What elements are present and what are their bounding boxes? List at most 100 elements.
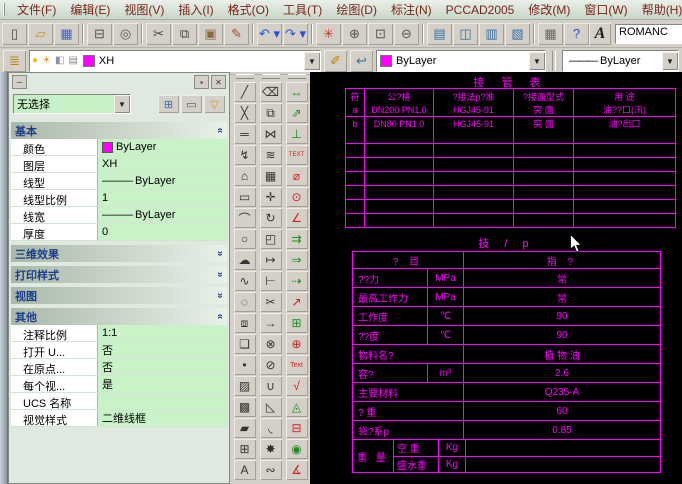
line-icon[interactable]: ╱ (233, 82, 256, 102)
property-value[interactable]: 否 (97, 359, 227, 375)
menu-item[interactable]: 视图(V) (117, 0, 171, 19)
zoom-previous-icon[interactable]: ⊖ (394, 22, 419, 45)
dim-diameter-icon[interactable]: ⊙ (285, 187, 308, 207)
property-value[interactable]: ——— ByLayer (97, 173, 227, 189)
quick-dim-icon[interactable]: ⇉ (285, 229, 308, 249)
copy-object-icon[interactable]: ⧉ (259, 103, 282, 123)
property-value[interactable]: 是 (97, 376, 227, 392)
layer-manager-button[interactable]: ≣ (3, 50, 26, 72)
multiline-icon[interactable]: ═ (233, 124, 256, 144)
save-icon[interactable]: ▦ (54, 22, 79, 45)
dim-linear-icon[interactable]: ↔ (285, 82, 308, 102)
text-style-combo[interactable]: ROMANC (615, 23, 682, 44)
leader-icon[interactable]: ↗ (285, 292, 308, 312)
rectangle-icon[interactable]: ▭ (233, 187, 256, 207)
designcenter-icon[interactable]: ◫ (453, 22, 478, 45)
zoom-realtime-icon[interactable]: ⊕ (342, 22, 367, 45)
property-value[interactable] (97, 393, 227, 409)
dim-aligned-icon[interactable]: ⇗ (285, 103, 308, 123)
quickcalc-icon[interactable]: ▦ (538, 22, 563, 45)
section-header-basic[interactable]: 基本 (11, 122, 227, 139)
property-value[interactable]: 二维线框 (97, 410, 227, 426)
select-objects-icon[interactable]: ▭ (181, 95, 202, 113)
palette-title-bar[interactable] (0, 72, 8, 484)
plot-preview-icon[interactable]: ◎ (113, 22, 138, 45)
section-header-misc[interactable]: 其他 (11, 308, 227, 325)
layer-freeze-sun-icon[interactable]: ☀ (42, 56, 51, 66)
property-value[interactable]: 否 (97, 342, 227, 358)
ellipse-icon[interactable]: ◌ (233, 292, 256, 312)
dim-ordinate-icon[interactable]: ⊥ (285, 124, 308, 144)
open-file-icon[interactable]: ▱ (28, 22, 53, 45)
copy-icon[interactable]: ⧉ (172, 22, 197, 45)
property-value[interactable]: ByLayer (97, 139, 227, 155)
paste-icon[interactable]: ▣ (198, 22, 223, 45)
menu-item[interactable]: 编辑(E) (63, 0, 117, 19)
revcloud-icon[interactable]: ☁ (233, 250, 256, 270)
layer-previous-button[interactable]: ↩ (350, 50, 373, 72)
text-edit-icon[interactable]: Text (285, 355, 308, 375)
break-at-point-icon[interactable]: ⊗ (259, 334, 282, 354)
dim-radius-icon[interactable]: ⌀ (285, 166, 308, 186)
plot-icon[interactable]: ⊟ (87, 22, 112, 45)
section-header-plot-style[interactable]: 打印样式 (11, 266, 227, 283)
layer-combo[interactable]: ● ☀ ◧ ▤ XH ▼ (29, 50, 321, 72)
matchprop-icon[interactable]: ✎ (224, 22, 249, 45)
linetype-combo-arrow[interactable]: ▼ (662, 52, 678, 70)
scale-icon[interactable]: ◰ (259, 229, 282, 249)
tool-palettes-icon[interactable]: ▥ (479, 22, 504, 45)
menu-item[interactable]: 窗口(W) (577, 0, 634, 19)
new-file-icon[interactable]: ▯ (2, 22, 27, 45)
undo-icon[interactable]: ↶ ▾ (257, 22, 282, 45)
gradient-icon[interactable]: ▩ (233, 397, 256, 417)
properties-palette-icon[interactable]: ▤ (427, 22, 452, 45)
color-combo[interactable]: ByLayer ▼ (376, 50, 546, 72)
offset-icon[interactable]: ≋ (259, 145, 282, 165)
welding-symbol-icon[interactable]: ◬ (285, 397, 308, 417)
dim-style-icon[interactable]: ∡ (285, 460, 308, 480)
property-value[interactable]: 1 (97, 190, 227, 206)
menu-item[interactable]: 标注(N) (384, 0, 439, 19)
rotate-icon[interactable]: ↻ (259, 208, 282, 228)
chamfer-icon[interactable]: ◺ (259, 397, 282, 417)
erase-icon[interactable]: ⌫ (259, 82, 282, 102)
selection-combo[interactable]: 无选择 ▼ (13, 94, 131, 114)
menu-item[interactable]: 插入(I) (171, 0, 220, 19)
menubar-grip[interactable] (3, 3, 5, 16)
menu-item[interactable]: 修改(M) (521, 0, 577, 19)
toggle-pickadd-icon[interactable]: ⊞ (158, 95, 179, 113)
polygon-icon[interactable]: ⌂ (233, 166, 256, 186)
trim-icon[interactable]: ✂ (259, 292, 282, 312)
hatch-icon[interactable]: ▨ (233, 376, 256, 396)
quick-select-icon[interactable]: ▽ (204, 95, 225, 113)
palette-menu-icon[interactable]: ─ (12, 75, 27, 89)
property-value[interactable]: 1:1 (97, 325, 227, 341)
datum-icon[interactable]: ⊟ (285, 418, 308, 438)
section-header-3d-effects[interactable]: 三维效果 (11, 245, 227, 262)
spline-icon[interactable]: ∿ (233, 271, 256, 291)
toolbar-grip[interactable] (235, 74, 254, 79)
selection-combo-arrow[interactable]: ▼ (114, 95, 130, 113)
section-header-view[interactable]: 视图 (11, 287, 227, 304)
point-icon[interactable]: • (233, 355, 256, 375)
lengthen-icon[interactable]: ⊢ (259, 271, 282, 291)
menu-item[interactable]: 文件(F) (10, 0, 63, 19)
property-value[interactable]: ——— ByLayer (97, 207, 227, 223)
arc-icon[interactable]: ⌒ (233, 208, 256, 228)
explode-icon[interactable]: ✸ (259, 439, 282, 459)
layer-lock-icon[interactable]: ◧ (55, 56, 64, 66)
dim-angular-icon[interactable]: ∠ (285, 208, 308, 228)
fillet-icon[interactable]: ◟ (259, 418, 282, 438)
dim-baseline-icon[interactable]: ⇒ (285, 250, 308, 270)
table-icon[interactable]: ⊞ (233, 439, 256, 459)
layer-combo-arrow[interactable]: ▼ (304, 52, 320, 70)
surface-finish-icon[interactable]: √ (285, 376, 308, 396)
move-icon[interactable]: ✛ (259, 187, 282, 207)
extend-icon[interactable]: → (259, 313, 282, 333)
mtext-icon[interactable]: A (233, 460, 256, 480)
auto-hide-pin-icon[interactable]: ▪ (194, 75, 209, 89)
redo-icon[interactable]: ↷ ▾ (283, 22, 308, 45)
center-mark-icon[interactable]: ⊕ (285, 334, 308, 354)
construction-line-icon[interactable]: ╳ (233, 103, 256, 123)
zoom-window-icon[interactable]: ⊡ (368, 22, 393, 45)
